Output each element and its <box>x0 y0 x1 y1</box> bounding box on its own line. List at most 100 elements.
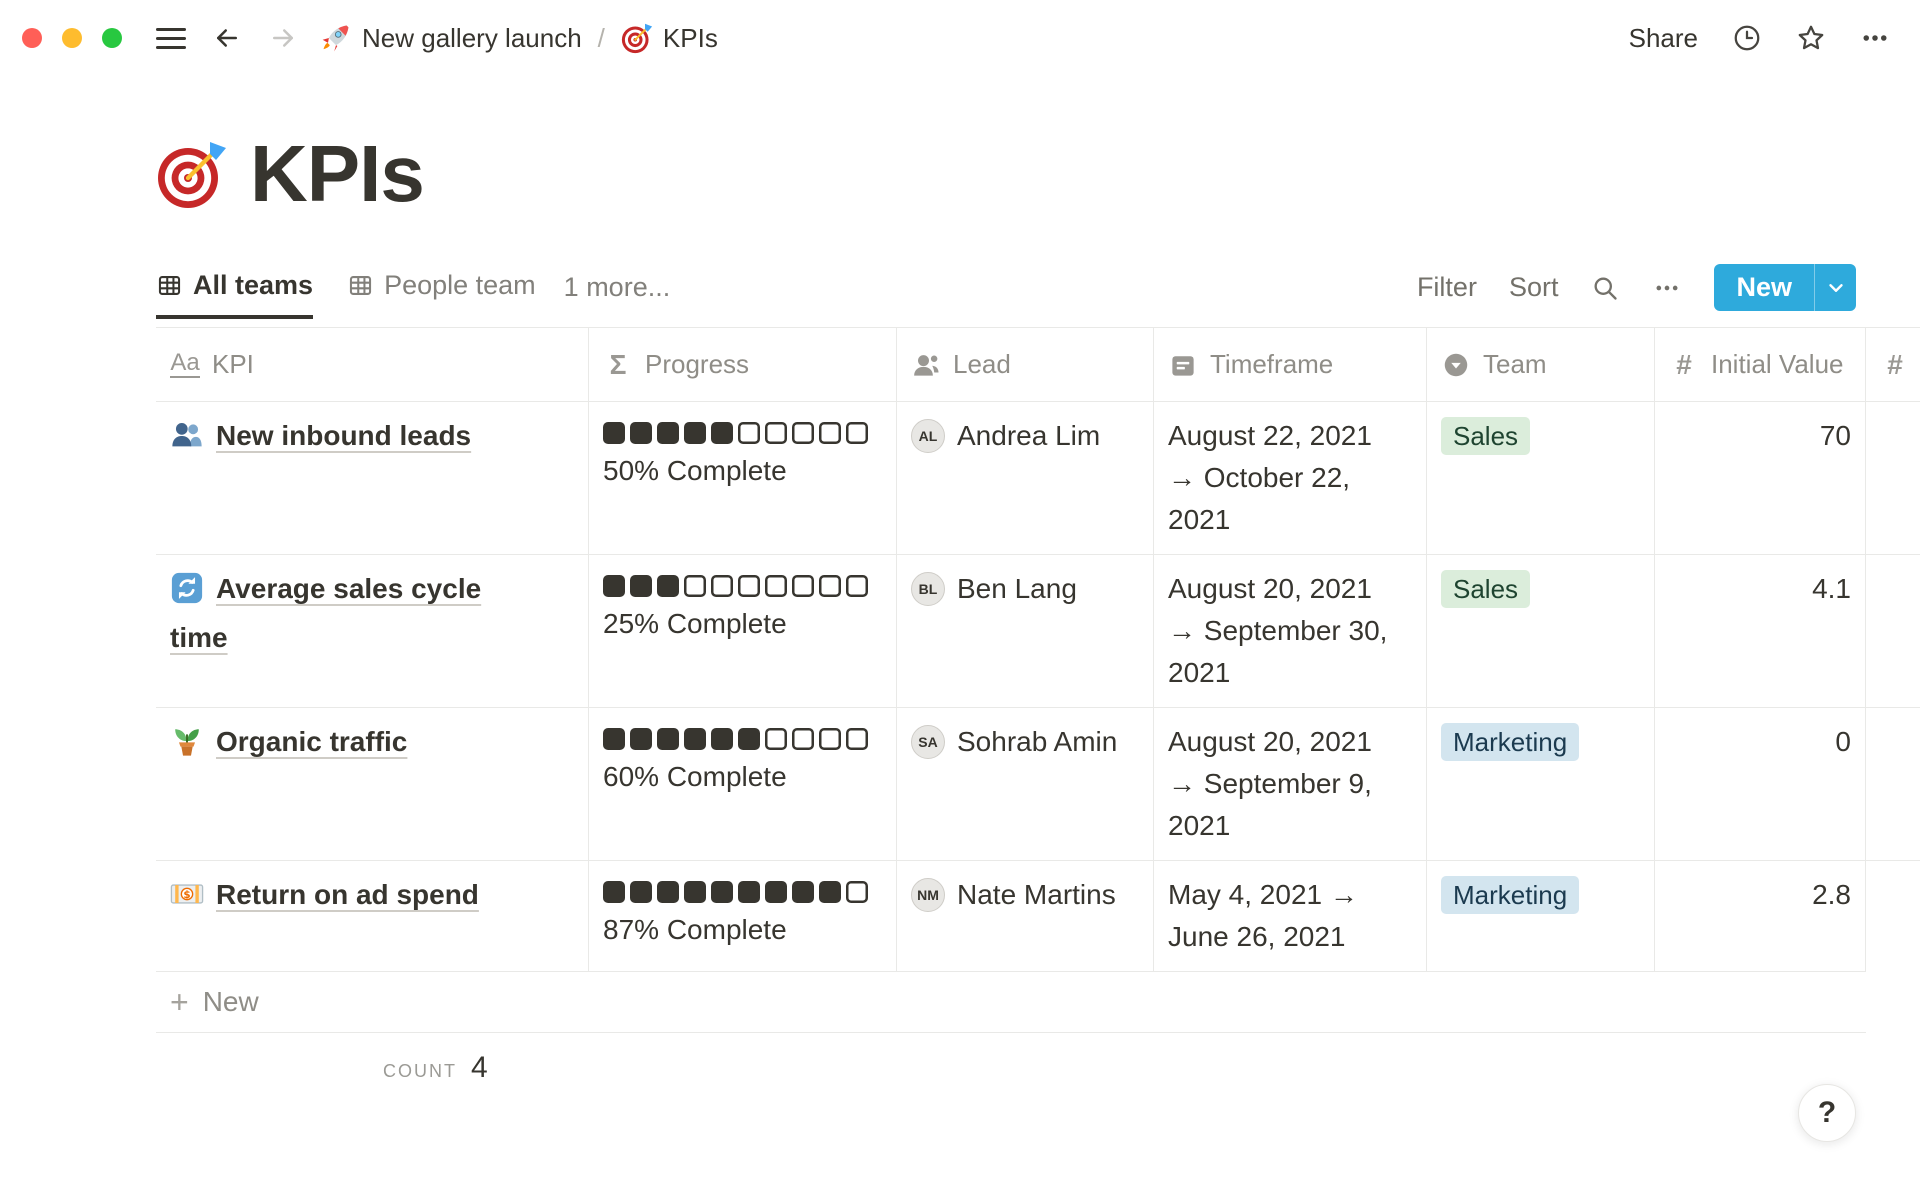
progress-square <box>603 881 625 903</box>
team-cell[interactable]: Sales <box>1427 554 1655 707</box>
sort-button[interactable]: Sort <box>1509 272 1559 303</box>
progress-label: 25% Complete <box>603 603 882 645</box>
progress-square <box>819 728 841 750</box>
text-line: New inbound leads <box>216 420 471 451</box>
more-options-icon[interactable] <box>1860 23 1890 53</box>
progress-square <box>603 575 625 597</box>
avatar: NM <box>911 878 945 912</box>
initial-value-cell[interactable]: 70 <box>1655 401 1866 554</box>
lead-cell[interactable]: AL Andrea Lim <box>897 401 1154 554</box>
kpi-cell[interactable]: New inbound leads <box>156 401 589 554</box>
progress-square <box>630 728 652 750</box>
chevron-down-icon[interactable] <box>1814 264 1856 311</box>
lead-cell[interactable]: BL Ben Lang <box>897 554 1154 707</box>
timeframe-cell[interactable]: August 20, 2021→ September 9,2021 <box>1154 707 1427 860</box>
progress-cell[interactable]: 87% Complete <box>589 860 897 971</box>
progress-bar <box>603 575 882 597</box>
kpi-page-link[interactable]: Organic traffic <box>216 726 407 757</box>
team-cell[interactable]: Marketing <box>1427 707 1655 860</box>
team-cell[interactable]: Sales <box>1427 401 1655 554</box>
progress-square <box>657 422 679 444</box>
filter-button[interactable]: Filter <box>1417 272 1477 303</box>
progress-label: 87% Complete <box>603 909 882 951</box>
kpi-page-link[interactable]: Return on ad spend <box>216 879 479 910</box>
progress-square <box>711 728 733 750</box>
kpi-cell[interactable]: Organic traffic <box>156 707 589 860</box>
share-button[interactable]: Share <box>1629 23 1698 54</box>
column-header-extra[interactable]: # <box>1866 328 1920 401</box>
breadcrumb-item-current[interactable]: KPIs <box>621 22 718 54</box>
kpi-page-link[interactable]: Average sales cycletime <box>170 573 481 653</box>
new-row-button[interactable]: + New <box>156 971 1866 1033</box>
tab-people-team[interactable]: People team <box>347 270 536 319</box>
forward-arrow-icon[interactable] <box>268 23 298 53</box>
progress-square <box>684 422 706 444</box>
extra-cell[interactable] <box>1866 860 1920 971</box>
progress-square <box>846 422 868 444</box>
team-cell[interactable]: Marketing <box>1427 860 1655 971</box>
updates-clock-icon[interactable] <box>1732 23 1762 53</box>
window-zoom-button[interactable] <box>102 28 122 48</box>
kpi-cell[interactable]: Average sales cycletime <box>156 554 589 707</box>
progress-bar <box>603 881 882 903</box>
progress-square <box>711 422 733 444</box>
extra-cell[interactable] <box>1866 707 1920 860</box>
count-label[interactable]: COUNT <box>383 1061 457 1082</box>
sidebar-menu-icon[interactable] <box>156 28 186 49</box>
initial-value-cell[interactable]: 4.1 <box>1655 554 1866 707</box>
view-tabs: All teams People team <box>156 270 536 319</box>
breadcrumb-label: KPIs <box>663 23 718 54</box>
target-emoji <box>156 138 228 210</box>
help-button[interactable]: ? <box>1798 1084 1856 1142</box>
timeframe-cell[interactable]: August 22, 2021→ October 22,2021 <box>1154 401 1427 554</box>
view-options-icon[interactable] <box>1652 273 1682 303</box>
column-header-lead[interactable]: Lead <box>897 328 1154 401</box>
avatar: AL <box>911 419 945 453</box>
new-button-label[interactable]: New <box>1714 264 1814 311</box>
progress-square <box>819 881 841 903</box>
kpi-page-link[interactable]: New inbound leads <box>216 420 471 451</box>
tab-all-teams[interactable]: All teams <box>156 270 313 319</box>
lead-name: Andrea Lim <box>957 415 1100 457</box>
progress-square <box>684 575 706 597</box>
back-arrow-icon[interactable] <box>212 23 242 53</box>
progress-cell[interactable]: 50% Complete <box>589 401 897 554</box>
lead-cell[interactable]: SA Sohrab Amin <box>897 707 1154 860</box>
column-header-kpi[interactable]: AaKPI <box>156 328 589 401</box>
progress-cell[interactable]: 60% Complete <box>589 707 897 860</box>
extra-cell[interactable] <box>1866 401 1920 554</box>
more-views-button[interactable]: 1 more... <box>564 272 671 319</box>
progress-cell[interactable]: 25% Complete <box>589 554 897 707</box>
svg-text:$: $ <box>183 889 190 901</box>
team-badge: Sales <box>1441 417 1530 455</box>
kpi-cell[interactable]: $ Return on ad spend <box>156 860 589 971</box>
progress-square <box>684 881 706 903</box>
initial-value-cell[interactable]: 0 <box>1655 707 1866 860</box>
breadcrumb: New gallery launch / KPIs <box>320 22 718 54</box>
page-title: KPIs <box>250 128 424 220</box>
breadcrumb-item-parent[interactable]: New gallery launch <box>320 22 582 54</box>
team-badge: Marketing <box>1441 876 1579 914</box>
window-close-button[interactable] <box>22 28 42 48</box>
timeframe-cell[interactable]: May 4, 2021 →June 26, 2021 <box>1154 860 1427 971</box>
new-record-button[interactable]: New <box>1714 264 1856 311</box>
column-header-team[interactable]: Team <box>1427 328 1655 401</box>
initial-value-cell[interactable]: 2.8 <box>1655 860 1866 971</box>
column-header-initial-value[interactable]: #Initial Value <box>1655 328 1866 401</box>
calendar-icon <box>1168 350 1198 380</box>
progress-square <box>765 422 787 444</box>
table-footer: COUNT 4 <box>383 1051 1920 1085</box>
search-icon[interactable] <box>1590 273 1620 303</box>
progress-label: 50% Complete <box>603 450 882 492</box>
favorite-star-icon[interactable] <box>1796 23 1826 53</box>
extra-cell[interactable] <box>1866 554 1920 707</box>
window-minimize-button[interactable] <box>62 28 82 48</box>
column-header-timeframe[interactable]: Timeframe <box>1154 328 1427 401</box>
person-icon <box>911 350 941 380</box>
avatar: SA <box>911 725 945 759</box>
avatar: BL <box>911 572 945 606</box>
lead-cell[interactable]: NM Nate Martins <box>897 860 1154 971</box>
timeframe-cell[interactable]: August 20, 2021→ September 30,2021 <box>1154 554 1427 707</box>
column-header-progress[interactable]: ΣProgress <box>589 328 897 401</box>
progress-square <box>738 881 760 903</box>
